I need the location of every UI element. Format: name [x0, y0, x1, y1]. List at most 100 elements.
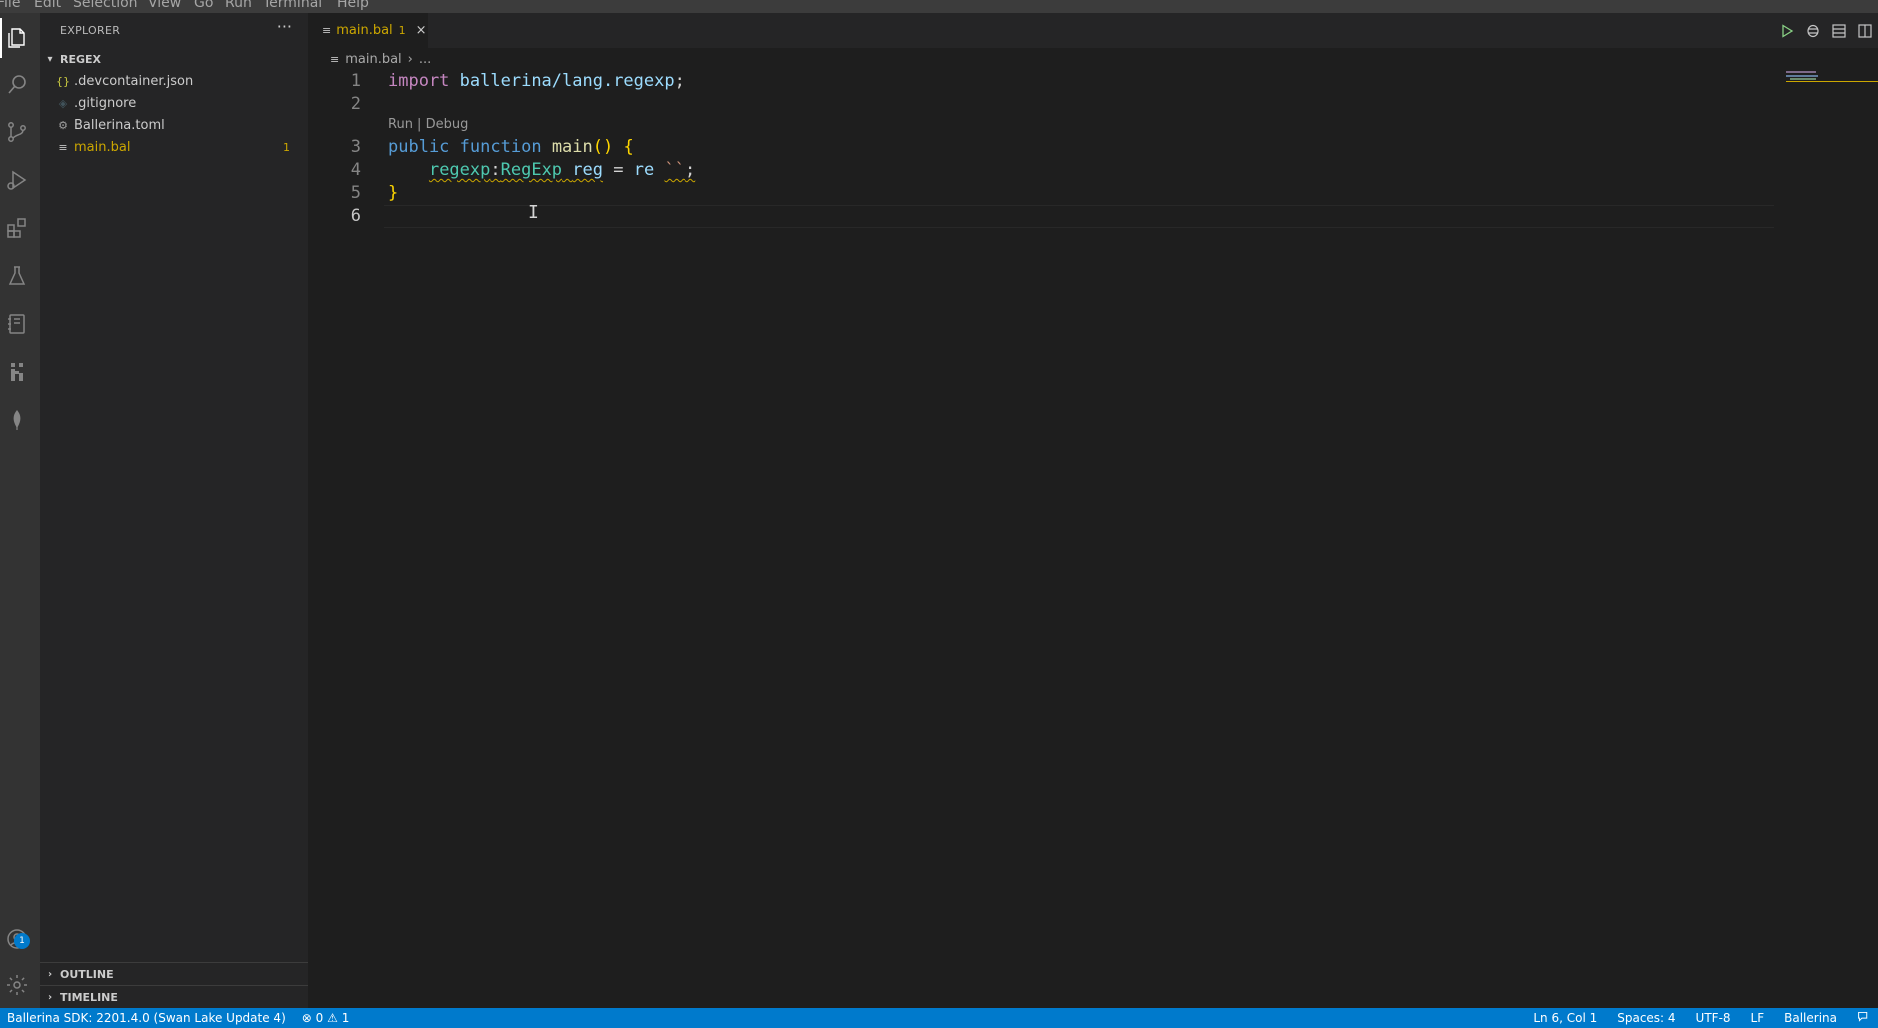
file-name: .gitignore [74, 95, 137, 111]
tab-main-bal[interactable]: ≡ main.bal 1 × [308, 13, 428, 48]
line-number: 1 [350, 71, 361, 91]
file-item-active[interactable]: ≡ main.bal 1 [40, 136, 308, 158]
template-tag: re [633, 160, 655, 180]
cursor-position[interactable]: Ln 6, Col 1 [1533, 1011, 1597, 1025]
menu-run[interactable]: Run [225, 0, 252, 11]
testing-icon[interactable] [0, 261, 33, 291]
language-mode[interactable]: Ballerina [1784, 1011, 1837, 1025]
chevron-right-icon: › [47, 968, 53, 980]
menu-file[interactable]: File [0, 0, 20, 11]
semicolon: ; [684, 160, 696, 180]
git-file-icon: ◈ [58, 96, 68, 110]
ballerina-sdk-version[interactable]: Ballerina SDK: 2201.4.0 (Swan Lake Updat… [7, 1011, 286, 1025]
text-cursor-icon: I [528, 202, 539, 223]
warning-count: 1 [341, 1011, 350, 1025]
file-item[interactable]: ◈ .gitignore [40, 92, 308, 114]
toggle-panel-icon[interactable] [1826, 18, 1852, 44]
explorer-sidebar: EXPLORER ··· ▾ REGEX {} .devcontainer.js… [40, 13, 308, 1008]
folder-header[interactable]: ▾ REGEX [40, 48, 308, 70]
visualize-icon[interactable] [1800, 18, 1826, 44]
split-editor-icon[interactable] [1852, 18, 1878, 44]
run-debug-icon[interactable] [0, 165, 33, 195]
file-encoding[interactable]: UTF-8 [1696, 1011, 1731, 1025]
tab-problem-badge: 1 [398, 24, 406, 37]
function-name: main [551, 137, 593, 157]
breadcrumb-file[interactable]: main.bal [345, 52, 401, 67]
file-name: Ballerina.toml [74, 117, 165, 133]
accounts-badge: 1 [14, 933, 30, 949]
parens: () [592, 137, 614, 157]
file-item[interactable]: ⚙ Ballerina.toml [40, 114, 308, 136]
bal-file-icon: ≡ [322, 24, 332, 37]
file-item[interactable]: {} .devcontainer.json [40, 70, 308, 92]
code-line: 1 import ballerina/lang.regexp; [308, 70, 1778, 93]
keyword: public [388, 137, 450, 157]
minimap-line [1786, 71, 1816, 73]
bottom-sections: › OUTLINE › TIMELINE [40, 962, 308, 1008]
activity-bar: 1 [0, 13, 40, 1008]
folder-name: REGEX [60, 52, 102, 66]
file-name: main.bal [74, 139, 131, 155]
menu-go[interactable]: Go [194, 0, 213, 11]
minimap[interactable] [1786, 70, 1878, 1008]
codelens-run-debug[interactable]: Run | Debug [388, 117, 468, 132]
settings-gear-icon[interactable] [0, 970, 33, 1000]
feedback-icon[interactable] [1857, 1010, 1870, 1026]
timeline-section[interactable]: › TIMELINE [40, 985, 308, 1008]
semicolon: ; [674, 71, 685, 91]
template-literal: `` [664, 160, 685, 180]
source-control-icon[interactable] [0, 117, 33, 147]
keyword: import [388, 71, 450, 91]
run-file-icon[interactable] [1774, 18, 1800, 44]
file-name: .devcontainer.json [74, 73, 194, 89]
close-icon[interactable]: × [416, 23, 427, 38]
code-line: 2 [308, 93, 1778, 116]
problems-indicator[interactable]: ⊗ 0 ⚠ 1 [302, 1011, 350, 1025]
status-bar: Ballerina SDK: 2201.4.0 (Swan Lake Updat… [0, 1008, 1878, 1028]
operator: = [613, 160, 624, 180]
indentation[interactable]: Spaces: 4 [1617, 1011, 1675, 1025]
close-brace: } [388, 183, 399, 203]
chevron-down-icon: ▾ [47, 53, 53, 65]
leaf-icon[interactable] [0, 405, 33, 435]
more-actions-icon[interactable]: ··· [277, 17, 292, 36]
variable-name: reg [572, 160, 604, 180]
breadcrumb-more[interactable]: ... [419, 52, 431, 67]
json-file-icon: {} [56, 74, 70, 88]
outline-label: OUTLINE [60, 967, 114, 981]
type-name: RegExp [500, 160, 563, 180]
tab-bar: ≡ main.bal 1 × [308, 13, 1878, 48]
module-path: ballerina/lang.regexp [459, 71, 675, 91]
line-number: 3 [350, 137, 361, 157]
search-icon[interactable] [0, 70, 33, 100]
error-icon: ⊗ [301, 1011, 312, 1025]
menu-help[interactable]: Help [337, 0, 369, 11]
line-number: 6 [350, 206, 361, 226]
colon: : [490, 160, 501, 180]
bal-file-icon: ≡ [330, 52, 340, 66]
editor-actions [1774, 13, 1878, 48]
keyword: function [459, 137, 542, 157]
line-number: 5 [350, 183, 361, 203]
minimap-warning-line [1786, 81, 1878, 82]
end-of-line[interactable]: LF [1751, 1011, 1765, 1025]
menu-selection[interactable]: Selection [73, 0, 138, 11]
ballerina-icon[interactable] [0, 357, 33, 387]
warning-icon: ⚠ [327, 1011, 338, 1025]
extensions-icon[interactable] [0, 213, 33, 243]
timeline-label: TIMELINE [60, 990, 118, 1004]
accounts-icon[interactable]: 1 [0, 924, 33, 954]
code-line: 3 public function main() { [308, 136, 1778, 159]
menu-view[interactable]: View [148, 0, 181, 11]
sidebar-title: EXPLORER [60, 24, 121, 37]
menu-terminal[interactable]: Terminal [263, 0, 322, 11]
module-prefix: regexp [428, 160, 491, 180]
menu-edit[interactable]: Edit [34, 0, 61, 11]
outline-section[interactable]: › OUTLINE [40, 962, 308, 985]
error-count: 0 [315, 1011, 324, 1025]
line-number: 2 [350, 94, 361, 114]
explorer-icon[interactable] [0, 23, 33, 53]
config-file-icon: ⚙ [58, 118, 68, 132]
current-line-highlight [384, 205, 1774, 228]
notebook-icon[interactable] [0, 309, 33, 339]
